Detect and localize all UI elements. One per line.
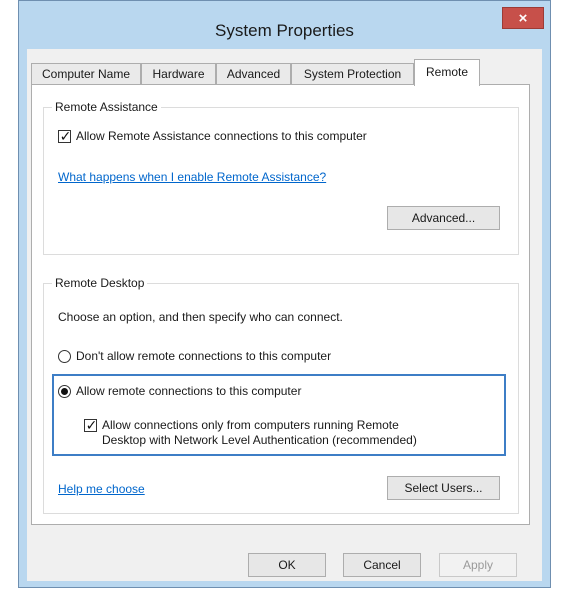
tab-system-protection[interactable]: System Protection [291, 63, 414, 85]
close-icon: × [518, 10, 528, 27]
remote-assistance-help-link[interactable]: What happens when I enable Remote Assist… [58, 170, 326, 184]
dialog-client-area: Computer Name Hardware Advanced System P… [27, 49, 542, 581]
allow-remote-assistance-checkbox[interactable]: ✓ [58, 128, 72, 144]
title-bar[interactable]: System Properties × [19, 1, 550, 49]
check-icon: ✓ [85, 417, 98, 433]
close-button[interactable]: × [502, 7, 544, 29]
system-properties-window: System Properties × Computer Name Hardwa… [18, 0, 551, 588]
remote-desktop-group-title: Remote Desktop [52, 276, 148, 290]
check-icon: ✓ [59, 128, 72, 144]
cancel-button[interactable]: Cancel [343, 553, 421, 577]
radio-selected-dot [61, 388, 68, 395]
ok-button[interactable]: OK [248, 553, 326, 577]
tab-advanced[interactable]: Advanced [216, 63, 291, 85]
remote-desktop-group: Remote Desktop Choose an option, and the… [43, 276, 519, 514]
dont-allow-remote-radio[interactable] [58, 350, 71, 363]
tab-computer-name[interactable]: Computer Name [31, 63, 141, 85]
help-me-choose-link[interactable]: Help me choose [58, 482, 145, 496]
tab-remote[interactable]: Remote [414, 59, 480, 86]
allow-remote-assistance-label[interactable]: Allow Remote Assistance connections to t… [76, 129, 367, 143]
nla-label-line1[interactable]: Allow connections only from computers ru… [102, 418, 399, 432]
select-users-button[interactable]: Select Users... [387, 476, 500, 500]
nla-label-line2[interactable]: Desktop with Network Level Authenticatio… [102, 433, 417, 447]
advanced-button[interactable]: Advanced... [387, 206, 500, 230]
tab-hardware[interactable]: Hardware [141, 63, 216, 85]
window-title: System Properties [215, 21, 354, 40]
apply-button[interactable]: Apply [439, 553, 517, 577]
allow-remote-radio[interactable] [58, 385, 71, 398]
nla-checkbox[interactable]: ✓ [84, 417, 98, 433]
remote-assistance-group-title: Remote Assistance [52, 100, 161, 114]
remote-assistance-group: Remote Assistance ✓ Allow Remote Assista… [43, 100, 519, 255]
remote-desktop-intro: Choose an option, and then specify who c… [58, 310, 343, 324]
dont-allow-remote-label[interactable]: Don't allow remote connections to this c… [76, 349, 331, 363]
remote-tab-panel: Remote Assistance ✓ Allow Remote Assista… [31, 84, 530, 525]
allow-remote-label[interactable]: Allow remote connections to this compute… [76, 384, 301, 398]
